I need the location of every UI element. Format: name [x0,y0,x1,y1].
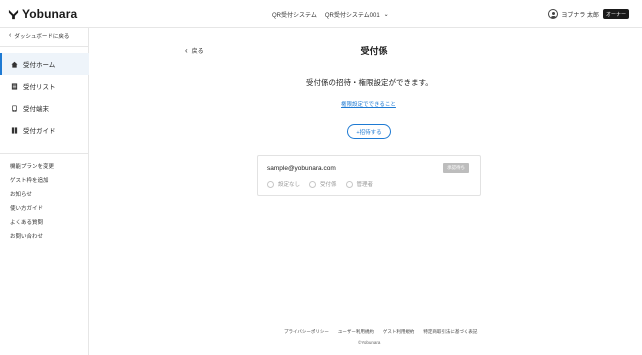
footer-links: プライバシーポリシー ユーザー利用規約 ゲスト利用規約 特定商取引法に基づく表記 [284,329,486,335]
status-badge: 承認待ち [443,163,469,173]
footer-link-guest-terms[interactable]: ゲスト利用規約 [383,329,415,335]
sidebar-item-label: 受付ホーム [23,62,56,69]
chevron-left-icon: ‹ [9,32,12,39]
role-badge: オーナー [602,9,629,19]
role-radio-group: 設定なし 受付係 管理者 [267,180,382,188]
role-label: 管理者 [356,182,374,188]
sidebar-item-label: 受付リスト [23,84,56,91]
back-to-dashboard-label: ダッシュボードに戻る [14,34,70,40]
role-radio-none[interactable]: 設定なし [267,180,300,188]
logo[interactable]: Yobunara [8,7,77,21]
permission-info-link[interactable]: 権限設定でできること [341,100,396,108]
user-menu[interactable]: ヨブナラ 太郎 オーナー [548,9,629,19]
footer-link-user-terms[interactable]: ユーザー利用規約 [338,329,374,335]
list-icon [11,82,18,90]
chevron-down-icon[interactable]: ⌄ [384,11,389,18]
radio-circle[interactable] [345,180,353,188]
back-to-dashboard-link[interactable]: ‹ ダッシュボードに戻る [9,32,69,40]
user-name[interactable]: ヨブナラ 太郎 [561,10,599,19]
sidebar-link-usage-guide[interactable]: 使い方ガイド [10,204,43,212]
sidebar-item-label: 受付端末 [23,106,49,113]
copyright: ©Yobunara [358,340,381,345]
role-radio-admin[interactable]: 管理者 [345,180,374,188]
radio-circle[interactable] [267,180,274,188]
page-description: 受付係の招待・権限設定ができます。 [306,78,433,87]
member-email: sample@yobunara.com [267,165,336,172]
home-icon [11,61,18,68]
logo-text: Yobunara [22,7,78,21]
device-icon [12,104,17,112]
sidebar-item-label: 受付ガイド [23,128,56,135]
yobunara-logo-icon [8,9,19,19]
sidebar-item-reception-guide[interactable]: 受付ガイド [0,119,89,141]
radio-circle[interactable] [309,180,317,188]
system-label: QR受付システム [272,13,317,19]
page-title-text: 受付係 [360,46,388,56]
role-radio-receptionist[interactable]: 受付係 [309,180,337,188]
page-title: 受付係 [0,44,642,57]
invite-button[interactable]: +招待する [347,124,391,139]
guide-icon [11,126,18,134]
sidebar-link-contact[interactable]: お問い合わせ [10,232,43,240]
sidebar: ‹ ダッシュボードに戻る 受付ホーム 受付リスト 受付端末 受付ガイド 機能プラ… [0,28,89,355]
sidebar-divider [0,153,89,154]
app-header: Yobunara QR受付システム QR受付システム001 ⌄ ヨブナラ 太郎 … [0,0,642,28]
role-label: 設定なし [278,182,301,188]
member-card: sample@yobunara.com 承認待ち 設定なし 受付係 管理者 [257,155,481,196]
role-label: 受付係 [320,182,337,188]
sidebar-link-news[interactable]: お知らせ [10,190,32,198]
sidebar-link-change-plan[interactable]: 機能プランを変更 [10,162,54,170]
sidebar-item-reception-device[interactable]: 受付端末 [0,97,89,119]
user-icon [548,9,559,19]
system-selector: QR受付システム QR受付システム001 ⌄ [272,10,389,19]
sidebar-item-reception-list[interactable]: 受付リスト [0,75,89,97]
footer-link-commercial-law[interactable]: 特定商取引法に基づく表記 [423,329,477,335]
sidebar-link-add-guest-slots[interactable]: ゲスト枠を追加 [10,176,49,184]
sidebar-link-faq[interactable]: よくある質問 [10,218,43,226]
footer-link-privacy[interactable]: プライバシーポリシー [284,329,329,335]
system-select[interactable]: QR受付システム001 [325,10,380,19]
